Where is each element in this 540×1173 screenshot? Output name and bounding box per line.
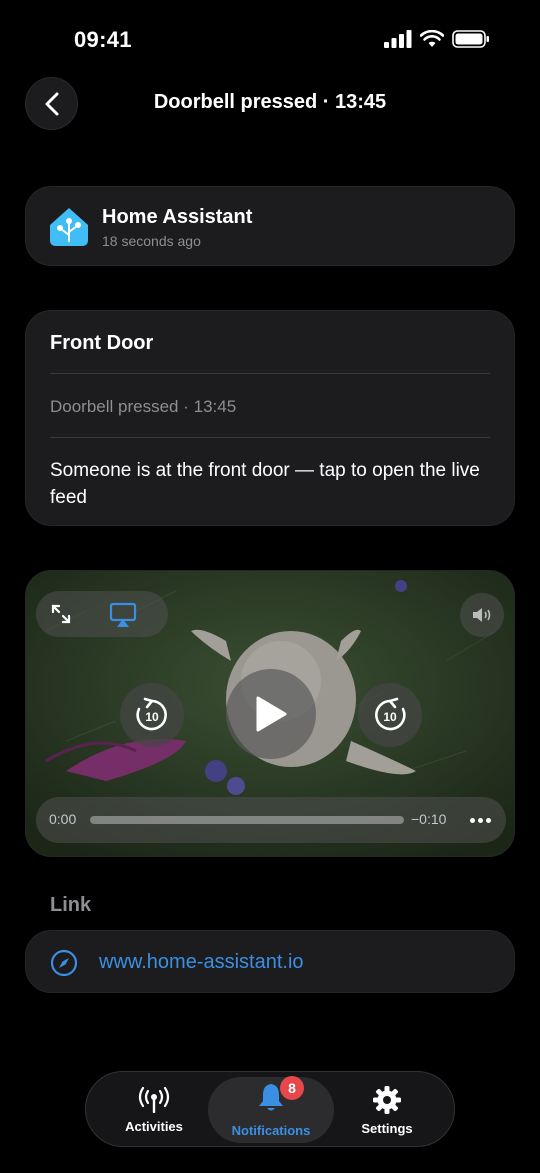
source-timestamp: 18 seconds ago (102, 233, 201, 249)
skip-back-button[interactable]: 10 (120, 683, 184, 747)
tab-label: Activities (125, 1118, 183, 1134)
link-section-label: Link (50, 894, 92, 916)
message-card: Front Door Doorbell pressed · 13:45 Some… (25, 310, 515, 526)
airplay-icon (109, 602, 137, 627)
skip-forward-button[interactable]: 10 (358, 683, 422, 747)
status-icons (384, 30, 490, 48)
skip-forward-10-icon: 10 (375, 697, 406, 731)
link-row[interactable]: www.home-assistant.io (25, 930, 515, 993)
divider (50, 373, 490, 374)
status-bar: 09:41 (0, 0, 540, 80)
message-body: Someone is at the front door — tap to op… (50, 460, 480, 508)
volume-button[interactable] (460, 593, 504, 637)
speaker-icon (473, 608, 491, 622)
tab-activities[interactable]: Activities (95, 1072, 213, 1148)
play-icon (256, 696, 287, 732)
more-options-button[interactable] (466, 806, 494, 834)
message-subtitle: Doorbell pressed · 13:45 (50, 397, 237, 416)
fullscreen-button[interactable] (48, 601, 74, 627)
home-assistant-logo-icon (50, 208, 88, 246)
svg-text:10: 10 (145, 710, 159, 724)
ellipsis-dot (485, 817, 491, 823)
source-card: Home Assistant 18 seconds ago (25, 186, 515, 266)
status-time: 09:41 (74, 27, 132, 52)
ellipsis-dot (477, 817, 483, 823)
skip-back-10-icon: 10 (136, 697, 167, 731)
message-title: Front Door (50, 332, 154, 354)
expand-icon (51, 604, 71, 624)
video-player[interactable]: 10 10 0:00 −0:10 (25, 570, 515, 857)
ellipsis-dot (469, 817, 475, 823)
battery-icon (452, 30, 489, 48)
compass-icon (50, 949, 78, 977)
page-title: Doorbell pressed · 13:45 (153, 91, 387, 113)
play-button[interactable] (226, 669, 316, 759)
link-url[interactable]: www.home-assistant.io (99, 951, 304, 974)
cellular-signal-icon (384, 30, 412, 48)
wifi-icon (420, 30, 444, 47)
airplay-button[interactable] (109, 601, 137, 629)
remaining-time: −0:10 (411, 811, 447, 827)
tab-settings[interactable]: Settings (328, 1072, 446, 1148)
antenna-icon (138, 1086, 170, 1113)
tab-label: Settings (361, 1120, 413, 1136)
current-time: 0:00 (49, 811, 77, 827)
video-scrubber-bar: 0:00 −0:10 (36, 797, 506, 843)
notification-count-badge: 8 (280, 1076, 304, 1100)
tab-notifications[interactable]: 8 Notifications (208, 1076, 334, 1143)
divider (50, 437, 490, 438)
gear-icon (373, 1085, 401, 1114)
tab-bar: Activities 8 Notifications Settings (85, 1071, 455, 1147)
svg-text:10: 10 (383, 710, 397, 724)
progress-slider[interactable] (90, 816, 404, 824)
source-app-name: Home Assistant (102, 206, 253, 228)
tab-label: Notifications (231, 1123, 311, 1138)
